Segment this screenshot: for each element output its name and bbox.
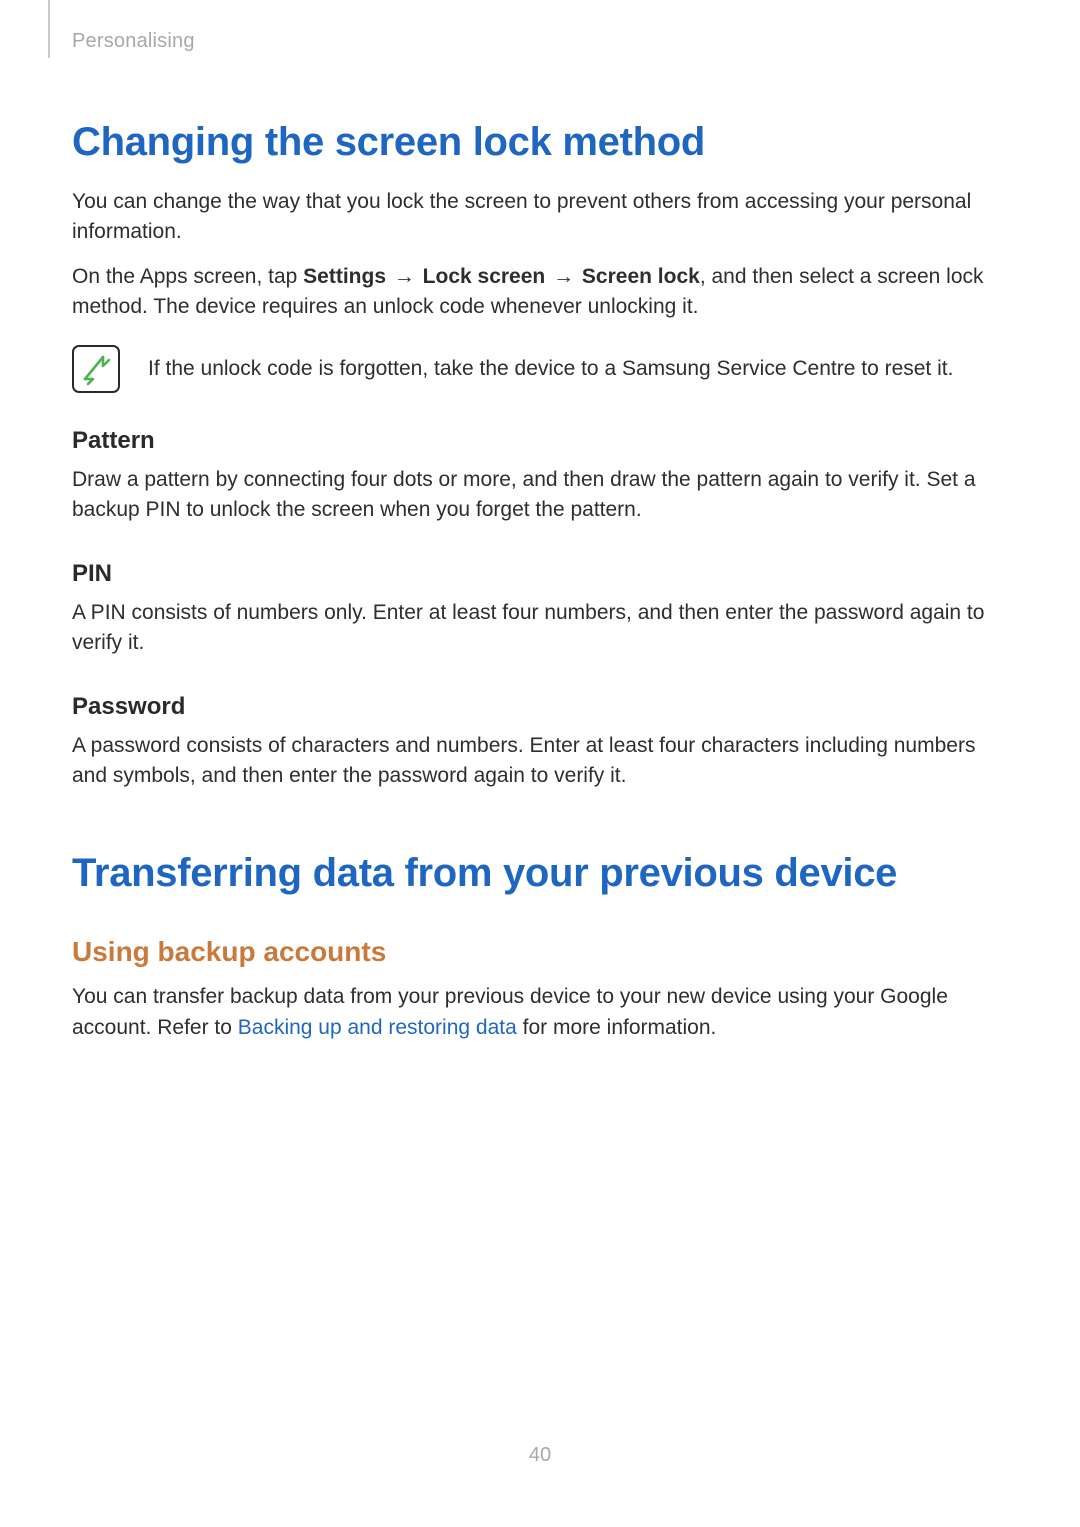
subheading-password: Password <box>72 693 1008 721</box>
page-number: 40 <box>0 1444 1080 1467</box>
subsection-backup-accounts: Using backup accounts <box>72 936 1008 968</box>
paragraph-password: A password consists of characters and nu… <box>72 731 1008 792</box>
section-title-transfer: Transferring data from your previous dev… <box>72 851 1008 896</box>
paragraph-backup-accounts: You can transfer backup data from your p… <box>72 982 1008 1043</box>
navigation-path: On the Apps screen, tap Settings → Lock … <box>72 262 1008 323</box>
breadcrumb: Personalising <box>72 30 195 53</box>
link-backing-up[interactable]: Backing up and restoring data <box>238 1016 517 1039</box>
note-callout: If the unlock code is forgotten, take th… <box>72 345 1008 393</box>
note-icon <box>72 345 120 393</box>
path-screen-lock: Screen lock <box>582 265 700 288</box>
subheading-pin: PIN <box>72 560 1008 588</box>
path-settings: Settings <box>303 265 386 288</box>
section-title-screen-lock: Changing the screen lock method <box>72 120 1008 165</box>
subheading-pattern: Pattern <box>72 427 1008 455</box>
header-rule <box>48 0 50 58</box>
intro-paragraph: You can change the way that you lock the… <box>72 187 1008 248</box>
note-text: If the unlock code is forgotten, take th… <box>148 354 953 384</box>
path-pre: On the Apps screen, tap <box>72 265 303 288</box>
arrow-icon: → <box>545 265 582 288</box>
paragraph-pattern: Draw a pattern by connecting four dots o… <box>72 465 1008 526</box>
backup-text-post: for more information. <box>517 1016 717 1039</box>
path-lock-screen: Lock screen <box>423 265 546 288</box>
paragraph-pin: A PIN consists of numbers only. Enter at… <box>72 598 1008 659</box>
arrow-icon: → <box>386 265 423 288</box>
